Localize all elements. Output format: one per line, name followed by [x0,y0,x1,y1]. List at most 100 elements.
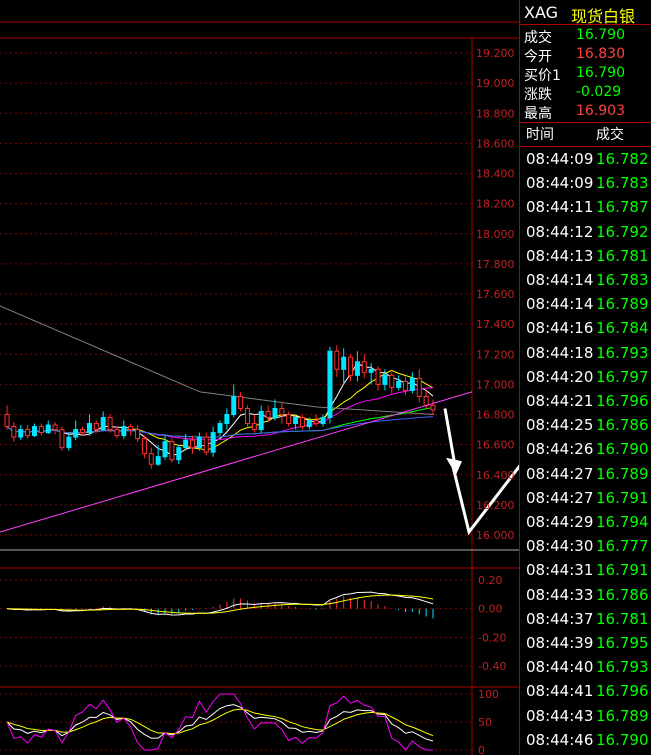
candle [396,375,402,391]
tick-price: 16.789 [596,295,649,314]
tick-price: 16.797 [596,367,649,386]
price-tick-label: 18.400 [476,168,515,181]
tick-row: 08:44:26 16.790 [520,438,651,462]
candle-body [190,439,196,449]
quote-label: 买价1 [524,68,561,84]
tick-price: 16.783 [596,271,649,289]
tick-row: 08:44:09 16.783 [520,172,651,196]
candle [217,420,223,436]
candle [45,420,51,435]
ticks-header-time: 时间 [526,127,554,143]
tick-time: 08:44:30 [526,537,594,556]
candle-body [80,429,86,434]
quote-label: 最高 [524,106,552,122]
kdj-line [6,704,434,742]
candle-body [272,407,278,419]
candle [389,372,395,394]
tick-time: 08:44:14 [526,295,594,314]
candle [59,426,65,451]
candle-body [121,426,127,437]
tick-row: 08:44:33 16.786 [520,584,651,608]
tick-row: 08:44:13 16.781 [520,245,651,269]
candle-body [52,424,58,431]
candle [190,435,196,454]
tick-row: 08:44:18 16.793 [520,342,651,366]
price-tick-label: 17.200 [476,348,515,361]
candle-body [162,441,168,458]
candle-body [334,350,340,370]
candle [114,426,120,439]
tick-row: 08:44:40 16.793 [520,656,651,680]
quote-label: 涨跌 [524,87,552,103]
candle-body [396,380,402,388]
tick-time: 08:44:33 [526,585,594,604]
candle [348,354,354,382]
price-axis-labels: 19.200 19.000 18.800 18.600 18.400 18.200 18.0… [476,47,515,542]
candle [203,432,209,456]
tick-price: 16.784 [596,319,649,338]
candle [66,432,72,451]
candle [327,346,333,424]
tick-time: 08:44:26 [526,440,594,459]
candle-body [423,395,429,406]
candle [313,414,319,427]
candle [409,372,415,394]
candle-body [73,429,79,438]
tick-row: 08:44:25 16.786 [520,414,651,438]
tick-row: 08:44:39 16.795 [520,632,651,656]
candle-body [176,447,182,461]
candle [11,422,17,442]
tick-price: 16.796 [596,392,649,410]
kdj-tick-label: 0 [478,744,485,755]
tick-price: 16.796 [596,682,649,701]
tick-row: 08:44:20 16.797 [520,366,651,390]
tick-time: 08:44:18 [526,343,594,362]
quote-row: 成交 16.790 [520,26,651,46]
candle-body [141,438,147,455]
tick-price: 16.790 [596,440,649,459]
moving-average-lines [0,305,435,456]
candle-body [313,420,319,425]
candle [121,420,127,439]
candle-body [258,410,264,431]
candles [4,345,436,469]
symbol-header: XAG 现货白银 [520,0,651,26]
quote-value: 16.790 [576,65,625,81]
macd-tick-label: 0.00 [478,603,503,616]
candle-body [196,436,202,449]
candle-body [375,368,381,385]
tick-price: 16.783 [596,174,649,193]
tick-price: 16.790 [596,730,649,749]
macd-tick-label: -0.40 [478,660,506,673]
quote-row: 买价1 16.790 [520,64,651,84]
candle-body [100,417,106,431]
kdj-tick-label: 50 [478,716,492,729]
price-tick-label: 16.000 [476,529,515,542]
candle [375,366,381,391]
quote-row: 今开 16.830 [520,45,651,65]
candle [258,405,264,433]
tick-time: 08:44:41 [526,682,594,701]
candle [128,423,134,436]
candle [272,399,278,421]
quote-value: 16.830 [576,46,625,62]
macd-dif-line [6,591,434,616]
tick-time: 08:44:31 [526,561,594,580]
tick-row: 08:44:27 16.791 [520,487,651,511]
candle-body [18,429,24,438]
candle [416,369,422,403]
candle [430,399,436,415]
candle-body [231,395,237,415]
candle-body [135,429,141,440]
price-tick-label: 19.200 [476,47,515,60]
candle [4,405,10,430]
candle-body [66,436,72,449]
tick-time: 08:44:29 [526,513,594,531]
candle-body [403,380,409,391]
tick-time: 08:44:14 [526,271,594,289]
price-tick-label: 18.800 [476,107,515,120]
ticks-header-price: 成交 [596,127,624,143]
kline-chart[interactable]: 19.200 19.000 18.800 18.600 18.400 18.200 18.0… [0,0,519,755]
quote-row: 涨跌 -0.029 [520,83,651,103]
candle-body [210,432,216,453]
